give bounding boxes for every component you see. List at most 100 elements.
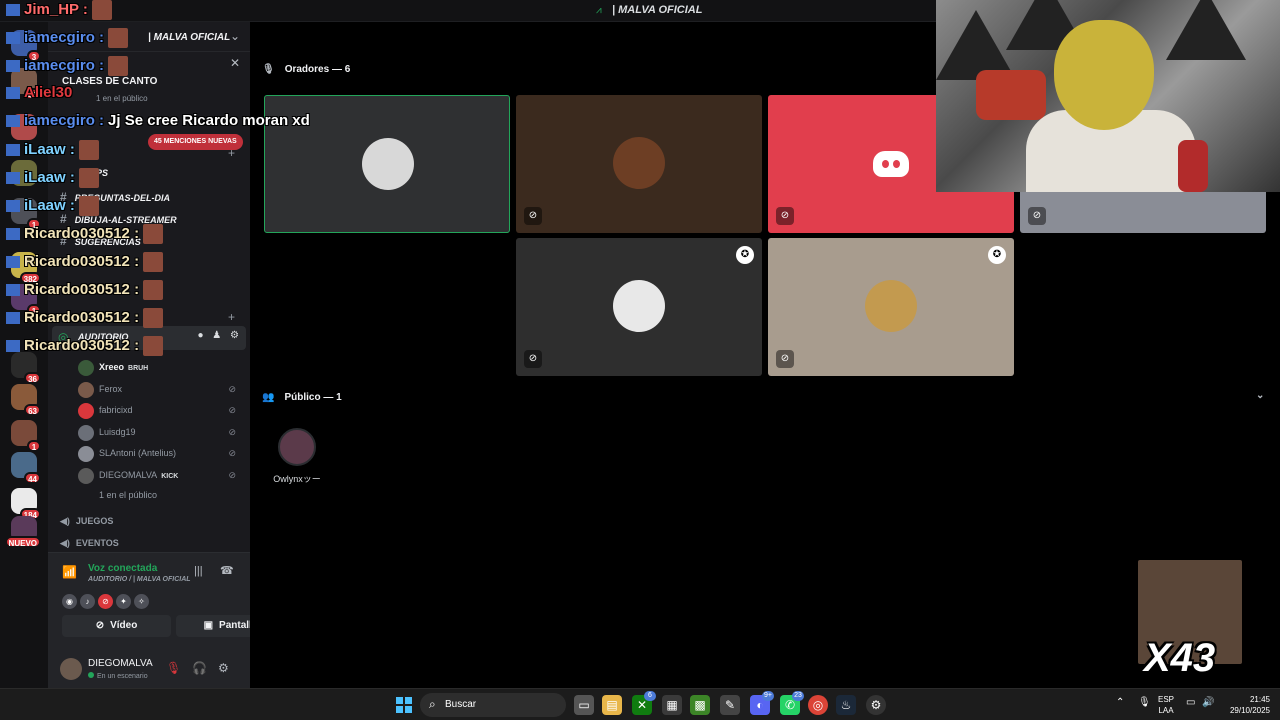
voice-member[interactable]: SLAntoni (Antelius) ⊘	[78, 444, 244, 464]
voice-member[interactable]: Xreeo BRUH	[78, 358, 244, 378]
server-icon[interactable]: NUEVO	[4, 516, 41, 548]
audience-count-row[interactable]: 1 en el público	[78, 486, 244, 506]
member-tag: BRUH	[128, 365, 149, 372]
user-panel: DIEGOMALVA En un escenario 🎙 🎧 ⚙	[48, 652, 250, 688]
mic-muted-icon: ⊘	[524, 207, 542, 225]
steam-icon[interactable]: ♨	[836, 695, 856, 715]
chat-line: iLaaw :	[6, 168, 99, 188]
network-icon[interactable]: ▭	[1186, 697, 1195, 708]
voice-member[interactable]: fabricixd ⊘	[78, 401, 244, 421]
platform-badge-icon	[6, 87, 20, 100]
video-button[interactable]: ⊘ Vídeo	[62, 615, 171, 637]
people-icon: 👥	[262, 392, 275, 403]
activity-icon[interactable]: ✦	[116, 594, 131, 609]
chevron-down-icon[interactable]: ⌄	[1256, 390, 1264, 401]
discord-icon[interactable]: ◐ 9+	[750, 691, 774, 715]
voice-location[interactable]: AUDITORIO / | MALVA OFICIAL	[88, 576, 191, 583]
chat-line: iamecgiro : Jj Se cree Ricardo moran xd	[6, 112, 310, 129]
language-indicator[interactable]: ESP LAA	[1158, 694, 1174, 716]
chat-username: Aliel30	[24, 84, 73, 101]
speaker-tile[interactable]: ⊘ ✪	[516, 238, 762, 376]
headphones-icon[interactable]: 🎧	[192, 661, 207, 675]
chat-emote	[108, 28, 129, 48]
platform-badge-icon	[6, 144, 20, 156]
voice-category-eventos[interactable]: ◀) EVENTOS	[60, 538, 119, 549]
activity-row: ◉ ♪ ⊘ ✦ ✧	[62, 591, 152, 609]
chat-separator: :	[94, 28, 105, 46]
task-view-icon[interactable]: ▭	[574, 695, 594, 715]
discord-logo-icon	[873, 151, 909, 177]
member-name-text: Luisdg19	[99, 426, 136, 437]
settings-app-icon[interactable]: ⚙	[866, 695, 886, 715]
store-icon[interactable]: ▦	[662, 695, 682, 715]
xbox-icon[interactable]: ✕ 6	[632, 691, 656, 715]
speaker-tile[interactable]: ⊘	[516, 95, 762, 233]
platform-badge-icon	[6, 340, 20, 352]
chat-emote	[143, 308, 164, 328]
chat-separator: :	[129, 280, 140, 298]
chrome-icon[interactable]: ◎	[808, 695, 828, 715]
chat-separator: :	[129, 224, 140, 242]
chat-emote	[143, 336, 164, 356]
microphone	[1178, 140, 1208, 192]
chat-separator: :	[65, 196, 75, 214]
server-icon[interactable]: 44	[11, 452, 41, 484]
voice-category-juegos[interactable]: ◀) JUEGOS	[60, 516, 113, 527]
activity-icon[interactable]: ✧	[134, 594, 149, 609]
gear-icon[interactable]: ⚙	[218, 661, 229, 675]
chat-emote	[108, 56, 129, 76]
taskbar-search[interactable]: ⌕ Buscar	[420, 693, 566, 717]
mute-stage-icon[interactable]: ⊘	[98, 594, 113, 609]
platform-badge-icon	[6, 4, 20, 16]
voice-member[interactable]: Luisdg19 ⊘	[78, 423, 244, 443]
avatar	[78, 360, 94, 376]
soundboard-icon[interactable]: ♪	[80, 594, 95, 609]
mic-muted-icon[interactable]: 🎙	[166, 661, 181, 675]
activity-icon[interactable]: ◉	[62, 594, 77, 609]
chat-emote	[143, 224, 164, 244]
avatar	[865, 280, 917, 332]
lang-code: ESP	[1158, 695, 1175, 704]
server-icon[interactable]: 63	[11, 384, 41, 416]
noise-suppression-icon[interactable]: |||	[194, 565, 203, 577]
minecraft-icon[interactable]: ▩	[690, 695, 710, 715]
member-name-text: Ferox	[99, 383, 123, 394]
username: DIEGOMALVA	[88, 658, 153, 669]
file-explorer-icon[interactable]: ▤	[602, 695, 622, 715]
taskbar: ⌕ Buscar ▭ ▤ ✕ 6 ▦ ▩ ✎ ◐ 9+ ✆ 23 ◎ ♨ ⚙ ⌃ 🎙 …	[0, 688, 1280, 720]
category-label: JUEGOS	[75, 516, 114, 526]
speaker-icon: ◀)	[60, 516, 70, 526]
windows-start-icon[interactable]	[396, 697, 412, 713]
mic-muted-icon: ⊘	[776, 207, 794, 225]
chat-separator: :	[65, 168, 75, 186]
member-tag: KICK	[161, 472, 179, 480]
audience-name: Owlynxッー	[273, 474, 321, 484]
video-off-icon: ⊘	[524, 350, 542, 368]
chevron-up-icon[interactable]: ⌃	[1116, 697, 1124, 708]
voice-member[interactable]: DIEGOMALVA KICK ⊘	[78, 466, 244, 486]
chat-username: iamecgiro	[24, 56, 95, 74]
chat-line: iLaaw :	[6, 140, 99, 160]
chat-separator: :	[129, 252, 140, 270]
voice-member[interactable]: Ferox ⊘	[78, 380, 244, 400]
signal-icon[interactable]: 📶	[62, 565, 77, 579]
volume-icon[interactable]: 🔊	[1202, 697, 1214, 708]
mic-muted-icon: ⊘	[228, 405, 236, 415]
avatar[interactable]	[60, 658, 82, 680]
member-name-text: fabricixd	[99, 405, 133, 415]
speaker-tile[interactable]: ⊘ ✪	[768, 238, 1014, 376]
microphone-tray-icon[interactable]: 🎙	[1138, 697, 1151, 708]
server-icon[interactable]: 1	[11, 420, 41, 452]
chat-username: Ricardo030512	[24, 224, 130, 242]
avatar	[78, 403, 94, 419]
chat-separator: :	[78, 0, 88, 18]
notepad-icon[interactable]: ✎	[720, 695, 740, 715]
clock[interactable]: 21:45 29/10/2025	[1226, 694, 1270, 716]
platform-badge-icon	[6, 32, 20, 44]
disconnect-icon[interactable]: ☎	[220, 564, 234, 577]
audience-member[interactable]: Owlynxッー	[272, 428, 322, 485]
whatsapp-icon[interactable]: ✆ 23	[780, 691, 804, 715]
server-icon[interactable]: 184	[11, 488, 41, 520]
chat-line: Ricardo030512 :	[6, 280, 164, 300]
public-title: Público — 1	[284, 392, 342, 403]
